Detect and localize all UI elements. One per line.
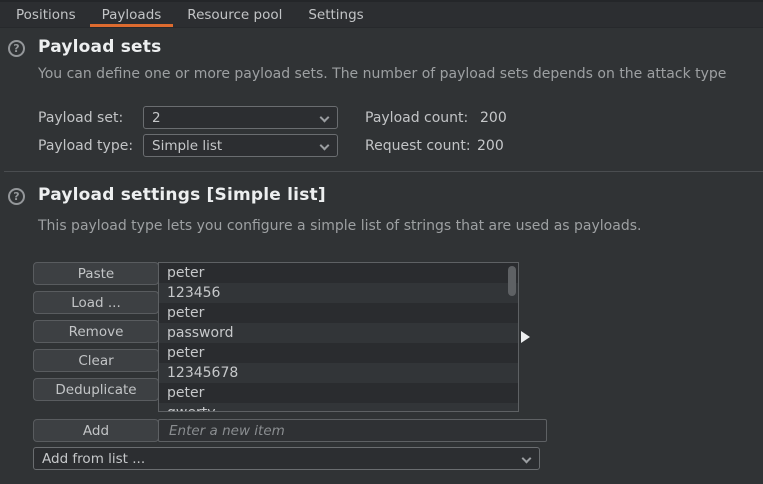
list-item[interactable]: qwerty <box>159 403 518 412</box>
tab-label: Settings <box>308 7 363 23</box>
payload-set-select[interactable]: 2 <box>143 106 338 129</box>
payload-settings-heading: Payload settings [Simple list] <box>38 185 326 205</box>
tab-bar: Positions Payloads Resource pool Setting… <box>0 0 763 28</box>
payload-type-select[interactable]: Simple list <box>143 134 338 157</box>
chevron-down-icon <box>320 113 330 123</box>
list-item-text: peter <box>167 345 204 361</box>
tab-resource-pool[interactable]: Resource pool <box>174 2 295 27</box>
button-label: Deduplicate <box>55 382 136 398</box>
list-item[interactable]: peter <box>159 383 518 403</box>
clear-button[interactable]: Clear <box>33 349 159 372</box>
deduplicate-button[interactable]: Deduplicate <box>33 378 159 401</box>
list-item-text: 12345678 <box>167 365 238 381</box>
list-item-text: peter <box>167 305 204 321</box>
payload-set-value: 2 <box>152 110 161 126</box>
payload-sets-description: You can define one or more payload sets.… <box>38 66 726 82</box>
help-question-icon[interactable]: ? <box>8 40 25 57</box>
chevron-down-icon <box>522 454 532 464</box>
help-question-icon[interactable]: ? <box>8 188 25 205</box>
chevron-down-icon <box>320 141 330 151</box>
list-item[interactable]: 123456 <box>159 283 518 303</box>
payload-list[interactable]: peter 123456 peter password peter 123456… <box>158 262 519 412</box>
payload-sets-heading: Payload sets <box>38 37 161 57</box>
button-label: Load ... <box>71 295 121 311</box>
tab-settings[interactable]: Settings <box>295 2 376 27</box>
tab-label: Resource pool <box>187 7 282 23</box>
tab-label: Positions <box>16 7 76 23</box>
payload-type-value: Simple list <box>152 138 222 154</box>
selection-arrow-icon <box>521 331 530 343</box>
request-count-value: 200 <box>477 138 504 154</box>
add-button[interactable]: Add <box>33 419 159 442</box>
button-label: Remove <box>69 324 124 340</box>
list-item-text: 123456 <box>167 285 220 301</box>
list-item-text: peter <box>167 265 204 281</box>
list-item[interactable]: peter <box>159 303 518 323</box>
payload-settings-description: This payload type lets you configure a s… <box>38 218 641 234</box>
list-item-text: password <box>167 325 233 341</box>
payload-count-label: Payload count: <box>365 110 468 126</box>
payload-type-label: Payload type: <box>38 138 133 154</box>
list-item[interactable]: 12345678 <box>159 363 518 383</box>
payload-set-label: Payload set: <box>38 110 123 126</box>
list-item[interactable]: password <box>159 323 518 343</box>
tab-positions[interactable]: Positions <box>3 2 89 27</box>
paste-button[interactable]: Paste <box>33 262 159 285</box>
new-item-input[interactable] <box>158 419 547 442</box>
remove-button[interactable]: Remove <box>33 320 159 343</box>
button-label: Paste <box>78 266 114 282</box>
tab-payloads[interactable]: Payloads <box>89 2 175 27</box>
list-item[interactable]: peter <box>159 263 518 283</box>
tab-label: Payloads <box>102 7 162 23</box>
list-item[interactable]: peter <box>159 343 518 363</box>
button-label: Add <box>83 423 109 439</box>
request-count-label: Request count: <box>365 138 471 154</box>
button-label: Clear <box>78 353 113 369</box>
scrollbar-thumb[interactable] <box>508 266 516 296</box>
list-item-text: peter <box>167 385 204 401</box>
add-from-list-value: Add from list ... <box>42 451 145 467</box>
section-divider <box>4 171 763 172</box>
load-button[interactable]: Load ... <box>33 291 159 314</box>
list-item-text: qwerty <box>167 405 215 412</box>
payload-count-value: 200 <box>480 110 507 126</box>
add-from-list-select[interactable]: Add from list ... <box>33 447 540 470</box>
